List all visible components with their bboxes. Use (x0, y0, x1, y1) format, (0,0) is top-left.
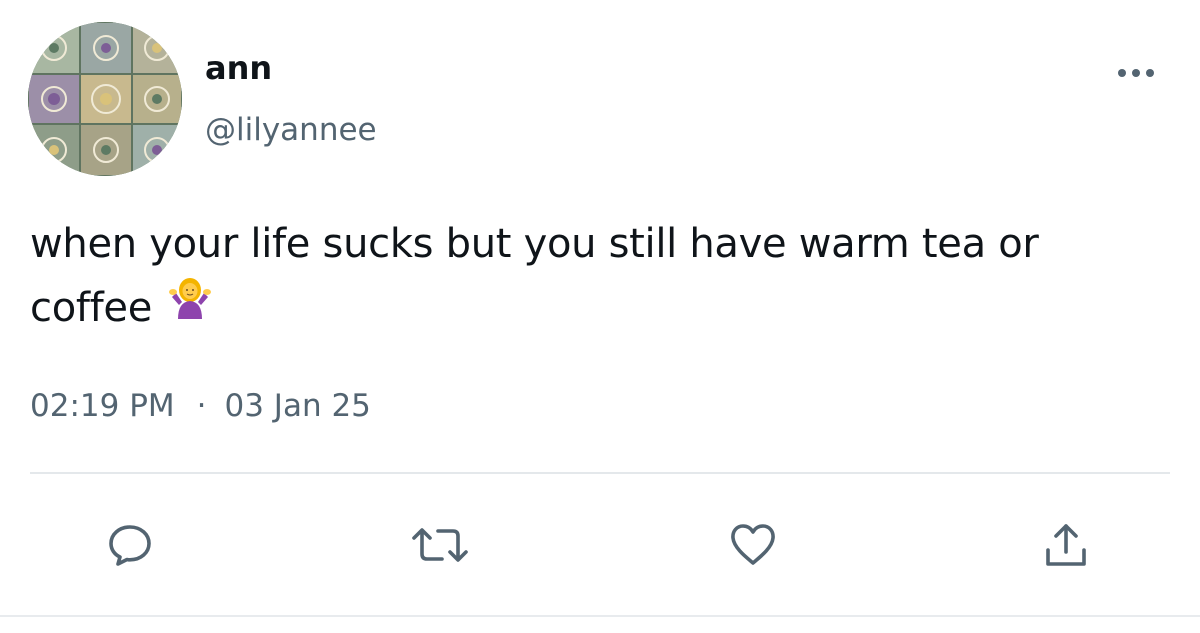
person-shrugging-emoji (168, 274, 212, 338)
heart-icon (731, 524, 775, 565)
share-icon (1046, 524, 1086, 566)
tweet-timestamp[interactable]: 02:19 PM · 03 Jan 25 (30, 384, 371, 428)
bottom-divider (0, 615, 1200, 617)
reply-icon (109, 525, 151, 566)
tweet-card: ann @lilyannee when your life sucks but … (0, 0, 1200, 633)
actions-divider (30, 472, 1170, 474)
retweet-icon (412, 528, 468, 562)
avatar[interactable] (28, 22, 182, 176)
author-handle[interactable]: @lilyannee (205, 110, 377, 150)
tweet-text: when your life sucks but you still have … (30, 212, 1140, 342)
timestamp-separator: · (196, 388, 207, 424)
tweet-time: 02:19 PM (30, 388, 175, 424)
reply-button[interactable] (99, 514, 161, 576)
author-display-name[interactable]: ann (205, 48, 272, 88)
more-horizontal-icon (1118, 69, 1154, 77)
retweet-button[interactable] (409, 514, 471, 576)
like-button[interactable] (722, 514, 784, 576)
share-button[interactable] (1035, 514, 1097, 576)
more-options-button[interactable] (1112, 58, 1160, 88)
tweet-date: 03 Jan 25 (224, 388, 371, 424)
tile-pattern-avatar-image (28, 22, 182, 176)
